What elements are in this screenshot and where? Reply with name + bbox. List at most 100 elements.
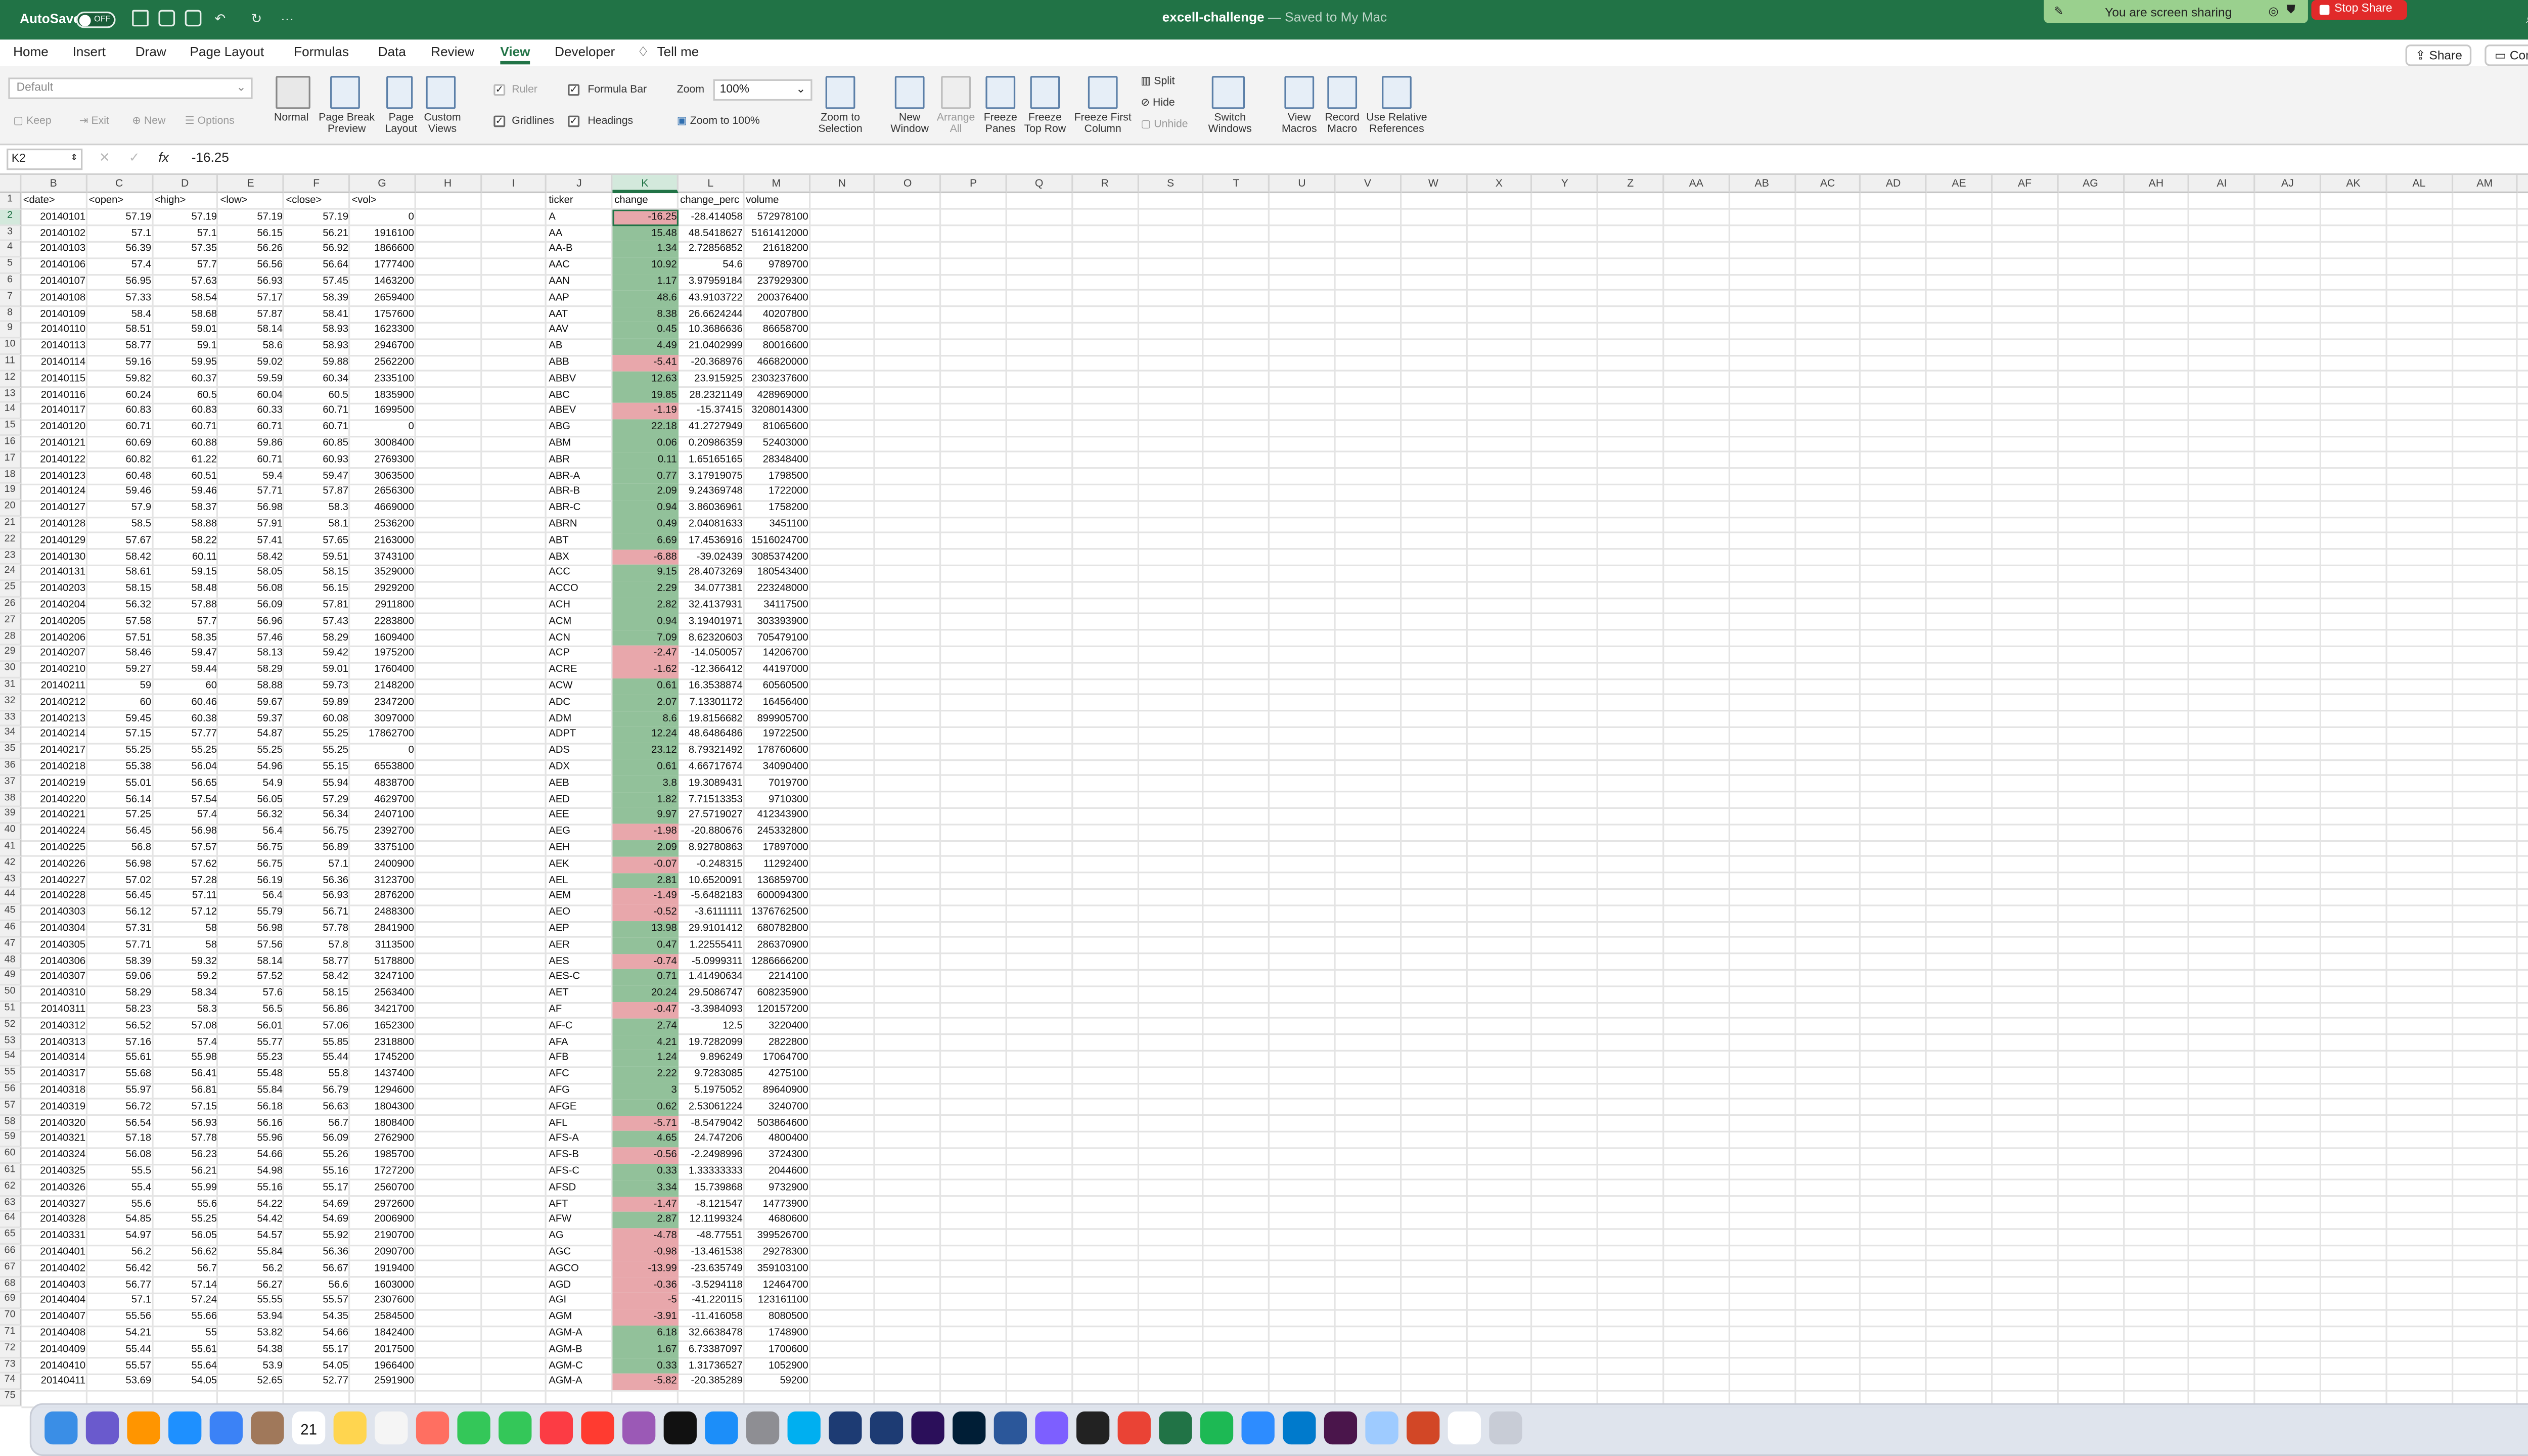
spreadsheet-grid[interactable]: B C D E F G H I J K L M N O P Q R S T U V W X Y Z AA AB AC AD AE AF AG A… — [0, 175, 2528, 1407]
ticker-cell[interactable]: ABR-A — [547, 468, 613, 484]
column-header-t[interactable]: T — [1204, 175, 1270, 194]
close-cell[interactable]: 57.43 — [284, 614, 350, 630]
row-header[interactable]: 57 — [0, 1099, 22, 1116]
column-header-ab[interactable]: AB — [1730, 175, 1796, 194]
high-cell[interactable]: 60.37 — [153, 371, 218, 387]
change-cell[interactable]: -3.91 — [613, 1309, 679, 1326]
volume-cell[interactable]: 80016600 — [744, 339, 810, 355]
vol-cell[interactable]: 3008400 — [350, 436, 416, 452]
column-header-f[interactable]: F — [284, 175, 350, 194]
open-cell[interactable]: 55.61 — [87, 1051, 153, 1067]
open-cell[interactable]: 58.39 — [87, 953, 153, 970]
ticker-cell[interactable]: AAT — [547, 306, 613, 323]
date-cell[interactable]: 20140106 — [21, 258, 87, 274]
open-cell[interactable]: 55.97 — [87, 1083, 153, 1099]
ticker-cell[interactable]: AEP — [547, 921, 613, 937]
close-cell[interactable]: 55.8 — [284, 1067, 350, 1083]
sheet-view-select[interactable]: Default ⌄ — [8, 77, 253, 99]
change-perc-cell[interactable]: 54.6 — [679, 258, 744, 274]
siri-icon[interactable] — [85, 1411, 119, 1445]
volume-cell[interactable]: 4680600 — [744, 1212, 810, 1228]
open-cell[interactable]: 60 — [87, 695, 153, 711]
date-cell[interactable]: 20140131 — [21, 565, 87, 581]
ticker-cell[interactable]: AGCO — [547, 1261, 613, 1277]
change-perc-cell[interactable]: 12.5 — [679, 1018, 744, 1034]
volume-cell[interactable]: 200376400 — [744, 290, 810, 306]
date-cell[interactable]: 20140220 — [21, 792, 87, 808]
high-cell[interactable]: 59.1 — [153, 339, 218, 355]
low-cell[interactable]: 53.9 — [218, 1358, 284, 1374]
ticker-cell[interactable]: AGM-C — [547, 1358, 613, 1374]
slack-icon[interactable] — [1324, 1411, 1358, 1445]
row-header[interactable]: 35 — [0, 743, 22, 759]
change-cell[interactable]: 19.85 — [613, 387, 679, 404]
close-cell[interactable]: 57.65 — [284, 533, 350, 549]
volume-cell[interactable]: 245332800 — [744, 824, 810, 840]
high-cell[interactable]: 57.57 — [153, 840, 218, 856]
high-cell[interactable]: 54.05 — [153, 1374, 218, 1390]
row-header[interactable]: 56 — [0, 1083, 22, 1100]
date-cell[interactable]: 20140219 — [21, 776, 87, 792]
open-cell[interactable]: 56.12 — [87, 905, 153, 921]
date-cell[interactable]: 20140210 — [21, 662, 87, 678]
close-cell[interactable]: 56.36 — [284, 873, 350, 889]
ticker-cell[interactable]: ABT — [547, 533, 613, 549]
close-cell[interactable]: 55.16 — [284, 1164, 350, 1180]
ticker-cell[interactable]: ACW — [547, 678, 613, 695]
change-perc-cell[interactable]: 3.19401971 — [679, 614, 744, 630]
change-cell[interactable]: 0.49 — [613, 517, 679, 533]
column-header-ac[interactable]: AC — [1795, 175, 1862, 194]
name-box[interactable]: K2 ⇕ — [7, 148, 83, 170]
high-cell[interactable]: 57.28 — [153, 873, 218, 889]
change-cell[interactable]: 2.29 — [613, 581, 679, 598]
header-cell-change-perc[interactable]: change_perc — [679, 193, 744, 209]
preview-icon[interactable] — [1365, 1411, 1398, 1445]
vol-cell[interactable]: 3113500 — [350, 937, 416, 953]
close-cell[interactable]: 59.01 — [284, 662, 350, 678]
change-cell[interactable]: -16.25 — [613, 209, 679, 226]
date-cell[interactable]: 20140404 — [21, 1293, 87, 1309]
skype-icon[interactable] — [787, 1411, 821, 1445]
change-cell[interactable]: 4.49 — [613, 338, 679, 355]
low-cell[interactable]: 55.55 — [218, 1293, 284, 1309]
close-cell[interactable]: 57.8 — [284, 937, 350, 953]
excel-icon[interactable] — [1159, 1411, 1192, 1445]
volume-cell[interactable]: 600094300 — [744, 889, 810, 905]
ticker-cell[interactable]: AA — [547, 225, 613, 242]
low-cell[interactable]: 59.59 — [218, 371, 284, 387]
change-cell[interactable]: 12.63 — [613, 371, 679, 388]
vol-cell[interactable]: 1609400 — [350, 630, 416, 646]
close-cell[interactable]: 60.85 — [284, 436, 350, 452]
select-all-corner[interactable] — [0, 175, 22, 194]
low-cell[interactable]: 57.56 — [218, 937, 284, 953]
high-cell[interactable]: 58.88 — [153, 517, 218, 533]
high-cell[interactable]: 57.77 — [153, 727, 218, 743]
facetime-icon[interactable] — [499, 1411, 532, 1445]
date-cell[interactable]: 20140328 — [21, 1212, 87, 1228]
volume-cell[interactable]: 40207800 — [744, 306, 810, 323]
header-cell-change[interactable]: change — [613, 193, 679, 209]
change-perc-cell[interactable]: 1.22555411 — [679, 937, 744, 953]
ticker-cell[interactable]: ADX — [547, 759, 613, 776]
date-cell[interactable]: 20140205 — [21, 614, 87, 630]
change-perc-cell[interactable]: 1.31736527 — [679, 1358, 744, 1374]
word-icon[interactable] — [994, 1411, 1027, 1445]
volume-cell[interactable]: 7019700 — [744, 776, 810, 792]
low-cell[interactable]: 56.56 — [218, 258, 284, 274]
vol-cell[interactable]: 3123700 — [350, 873, 416, 889]
volume-cell[interactable]: 81065600 — [744, 420, 810, 436]
column-header-j[interactable]: J — [547, 175, 613, 194]
tab-insert[interactable]: Insert — [73, 44, 106, 59]
change-perc-cell[interactable]: -39.02439 — [679, 549, 744, 565]
vol-cell[interactable]: 2190700 — [350, 1228, 416, 1245]
change-perc-cell[interactable]: -8.5479042 — [679, 1115, 744, 1131]
change-cell[interactable]: -5 — [613, 1293, 679, 1309]
ticker-cell[interactable]: AGM-A — [547, 1374, 613, 1390]
change-cell[interactable]: 0.61 — [613, 678, 679, 695]
change-perc-cell[interactable]: -14.050057 — [679, 646, 744, 662]
high-cell[interactable]: 55.25 — [153, 1212, 218, 1228]
volume-cell[interactable]: 29278300 — [744, 1245, 810, 1261]
open-cell[interactable]: 55.25 — [87, 743, 153, 759]
row-header[interactable]: 16 — [0, 436, 22, 452]
open-cell[interactable]: 56.39 — [87, 242, 153, 258]
